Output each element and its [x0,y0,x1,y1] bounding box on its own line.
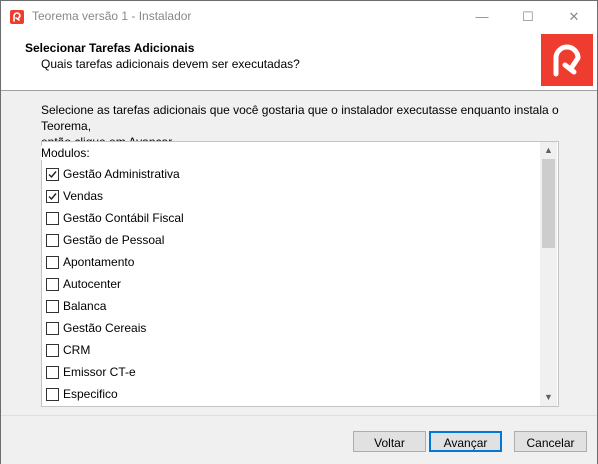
module-checkbox[interactable] [46,256,59,269]
module-checkbox[interactable] [46,366,59,379]
maximize-button[interactable]: ☐ [505,1,551,32]
instructions-line-1: Selecione as tarefas adicionais que você… [41,103,559,133]
module-item[interactable]: Gestão Contábil Fiscal [46,208,526,230]
module-label: Emissor CT-e [63,365,136,379]
wizard-header: Selecionar Tarefas Adicionais Quais tare… [1,32,597,90]
cancel-button[interactable]: Cancelar [514,431,587,452]
module-item[interactable]: Gestão Cereais [46,318,526,340]
module-checkbox[interactable] [46,322,59,335]
module-item[interactable]: Gestão Administrativa [46,164,526,186]
module-label: Gestão Contábil Fiscal [63,211,184,225]
app-logo-icon [10,10,24,24]
scroll-down-icon[interactable]: ▼ [540,389,557,406]
module-item[interactable]: Vendas [46,186,526,208]
window-title: Teorema versão 1 - Instalador [32,9,192,23]
module-checkbox[interactable] [46,168,59,181]
module-label: Vendas [63,189,104,203]
module-label: Gestão Cereais [63,321,147,335]
next-button[interactable]: Avançar [429,431,502,452]
page-title: Selecionar Tarefas Adicionais [25,41,195,55]
module-label: CRM [63,343,91,357]
module-item[interactable]: Apontamento [46,252,526,274]
module-checkbox[interactable] [46,234,59,247]
back-button[interactable]: Voltar [353,431,426,452]
wizard-footer: Voltar Avançar Cancelar [1,415,597,464]
module-item[interactable]: Autocenter [46,274,526,296]
module-item[interactable]: Especifico [46,384,526,406]
scrollbar[interactable]: ▲ ▼ [540,142,557,406]
title-bar: Teorema versão 1 - Instalador — ☐ ✕ [1,1,597,32]
module-checkbox[interactable] [46,278,59,291]
module-item[interactable]: Balanca [46,296,526,318]
close-button[interactable]: ✕ [551,1,597,32]
module-label: Especifico [63,387,118,401]
modules-list[interactable]: Gestão Administrativa Vendas Gestão Contáb… [41,141,559,407]
module-checkbox[interactable] [46,344,59,357]
module-item[interactable]: Gestão de Pessoal [46,230,526,252]
scroll-thumb[interactable] [542,159,555,248]
module-checkbox[interactable] [46,300,59,313]
module-checkbox[interactable] [46,212,59,225]
minimize-button[interactable]: — [459,1,505,32]
module-label: Autocenter [63,277,122,291]
module-item[interactable]: Emissor CT-e [46,362,526,384]
scroll-up-icon[interactable]: ▲ [540,142,557,159]
module-item[interactable]: CRM [46,340,526,362]
modules-label: Modulos: [41,146,90,160]
module-label: Apontamento [63,255,135,269]
installer-window: Teorema versão 1 - Instalador — ☐ ✕ Sele… [0,0,598,464]
header-divider [1,90,597,91]
module-label: Gestão de Pessoal [63,233,165,247]
module-checkbox[interactable] [46,388,59,401]
module-label: Gestão Administrativa [63,167,180,181]
module-checkbox[interactable] [46,190,59,203]
wizard-logo-icon [541,34,593,86]
page-subtitle: Quais tarefas adicionais devem ser execu… [41,57,300,71]
module-label: Balanca [63,299,107,313]
